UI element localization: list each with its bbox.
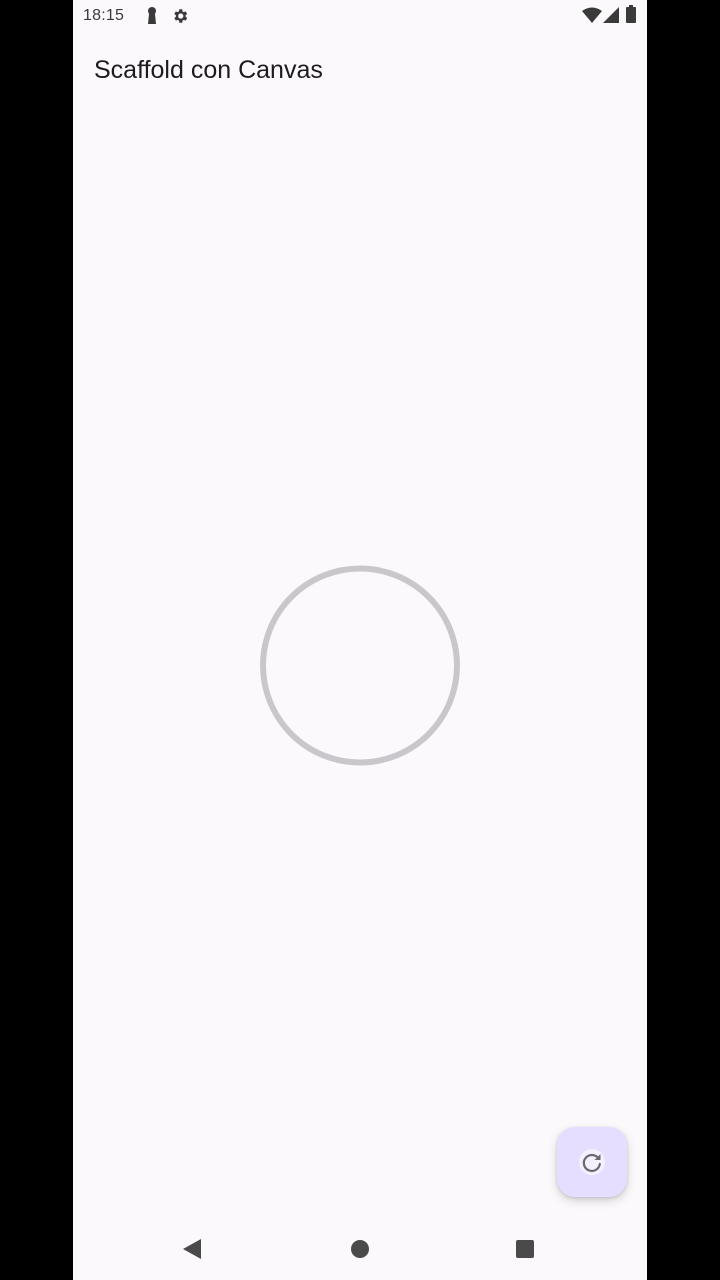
wifi-icon bbox=[582, 7, 602, 23]
nav-recents-button[interactable] bbox=[512, 1236, 538, 1262]
system-navigation-bar bbox=[73, 1216, 647, 1280]
settings-gear-icon bbox=[174, 9, 188, 23]
nav-home-button[interactable] bbox=[347, 1236, 373, 1262]
canvas-svg bbox=[260, 565, 460, 766]
nav-back-button[interactable] bbox=[179, 1236, 205, 1262]
refresh-fab[interactable] bbox=[557, 1127, 627, 1197]
back-triangle-icon bbox=[183, 1239, 201, 1259]
status-time: 18:15 bbox=[83, 7, 125, 24]
cellular-signal-icon bbox=[603, 7, 619, 23]
recents-square-icon bbox=[516, 1240, 534, 1258]
drawing-canvas bbox=[73, 112, 647, 1216]
refresh-icon bbox=[579, 1149, 605, 1175]
status-bar: 18:15 bbox=[73, 0, 647, 32]
phone-screen: 18:15 Scaffold con Canvas bbox=[73, 0, 647, 1280]
keyhole-icon bbox=[148, 7, 156, 24]
battery-icon bbox=[626, 5, 636, 23]
home-circle-icon bbox=[351, 1240, 369, 1258]
canvas-circle bbox=[260, 565, 460, 766]
app-title: Scaffold con Canvas bbox=[94, 56, 323, 84]
top-app-bar: Scaffold con Canvas bbox=[73, 32, 647, 112]
